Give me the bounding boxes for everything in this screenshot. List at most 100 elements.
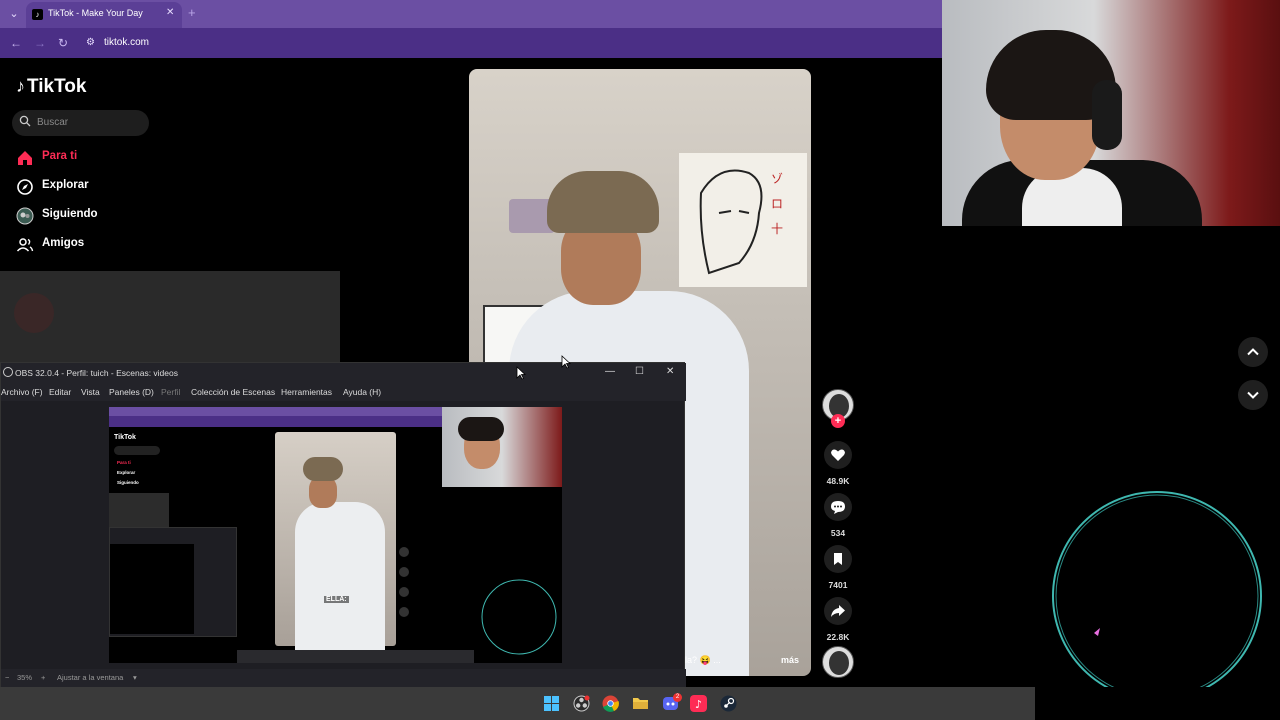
zoom-level: 35%: [17, 673, 33, 682]
compass-icon: [17, 179, 33, 195]
preview-action-icon: [399, 567, 409, 577]
nav-item-amigos[interactable]: Amigos: [14, 234, 144, 256]
video-caption: la? 😝 ...: [685, 655, 721, 665]
preview-tiktok-logo: TikTok: [114, 434, 136, 441]
music-avatar[interactable]: [822, 646, 854, 678]
webcam-headset: [1092, 80, 1122, 150]
back-icon[interactable]: ←: [10, 36, 22, 50]
forward-icon[interactable]: →: [34, 36, 46, 50]
menu-archivo[interactable]: Archivo (F): [1, 387, 43, 397]
search-box[interactable]: Buscar: [12, 110, 149, 136]
preview-action-icon: [399, 587, 409, 597]
preview-nav-item: Siguiendo: [117, 480, 139, 485]
tab-close-icon[interactable]: ✕: [166, 7, 174, 18]
new-tab-icon[interactable]: +: [188, 5, 196, 20]
svg-text:ロ: ロ: [771, 197, 783, 211]
preview-taskbar: [237, 650, 474, 663]
maximize-icon[interactable]: ☐: [635, 366, 644, 377]
minimize-icon[interactable]: —: [605, 366, 615, 377]
svg-text:ゾ: ゾ: [771, 172, 783, 186]
like-count: 48.9K: [826, 476, 850, 486]
preview-subtitle: ELLA:: [324, 596, 349, 603]
reload-icon[interactable]: ↻: [58, 36, 68, 50]
nav-item-label: Amigos: [42, 237, 85, 249]
svg-text:♪: ♪: [695, 698, 702, 711]
menu-vista[interactable]: Vista: [81, 387, 100, 397]
mouse-cursor-icon: [561, 355, 571, 369]
preview-audio-ring: [481, 579, 557, 655]
share-count: 22.8K: [826, 632, 850, 642]
site-info-icon[interactable]: ⚙: [86, 37, 95, 48]
preview-nested-canvas: [110, 544, 194, 634]
tab-title: TikTok - Make Your Day: [48, 8, 143, 18]
comment-button[interactable]: [824, 493, 852, 521]
preview-hat: [303, 457, 343, 481]
webcam-overlay: [942, 0, 1280, 226]
save-count: 7401: [828, 580, 848, 590]
nav-item-label: Siguiendo: [42, 208, 98, 220]
anime-drawing: ゾ ロ 十: [699, 169, 783, 275]
windows-start-icon[interactable]: [543, 695, 560, 712]
next-video-button[interactable]: [1238, 380, 1268, 410]
share-button[interactable]: [824, 597, 852, 625]
nav-item-siguiendo[interactable]: Siguiendo: [14, 205, 144, 227]
like-button[interactable]: [824, 441, 852, 469]
preview-webcam: [442, 407, 562, 487]
address-bar[interactable]: tiktok.com: [104, 37, 149, 48]
tiktok-logo[interactable]: ♪ TikTok: [16, 76, 86, 98]
chevron-up-icon: [1247, 348, 1259, 356]
blurred-popup: [0, 271, 340, 363]
tab-list-icon[interactable]: ⌄: [6, 6, 22, 22]
close-icon[interactable]: ✕: [666, 366, 674, 377]
preview-action-icon: [399, 607, 409, 617]
preview-coat: [295, 502, 385, 652]
menu-ayuda[interactable]: Ayuda (H): [343, 387, 381, 397]
menu-perfil[interactable]: Perfil: [161, 387, 180, 397]
visualizer-marker: [1094, 628, 1100, 636]
home-icon: [18, 151, 32, 165]
previous-video-button[interactable]: [1238, 337, 1268, 367]
browser-tab[interactable]: ♪ TikTok - Make Your Day ✕: [26, 2, 182, 28]
tiktok-taskbar-icon[interactable]: ♪: [690, 695, 707, 712]
nav-item-label: Explorar: [42, 179, 89, 191]
windows-taskbar: 2 ♪: [0, 687, 1035, 720]
preview-video: ELLA:: [275, 432, 396, 652]
chrome-icon[interactable]: [602, 695, 619, 712]
preview-nav-bar: [109, 416, 442, 427]
zoom-mode-select[interactable]: Ajustar a la ventana: [57, 673, 123, 682]
obs-window-title: OBS 32.0.4 - Perfil: tuich - Escenas: vi…: [15, 368, 178, 378]
heart-icon: [831, 449, 845, 461]
preview-nested-obs: [109, 527, 237, 637]
chevron-down-icon: [1247, 391, 1259, 399]
audio-visualizer-ring: [1052, 491, 1262, 701]
nav-item-explorar[interactable]: Explorar: [14, 176, 144, 198]
menu-coleccion-escenas[interactable]: Colección de Escenas: [191, 387, 275, 397]
search-input[interactable]: Buscar: [37, 117, 68, 128]
dropdown-caret-icon[interactable]: ▾: [133, 673, 137, 682]
preview-blurred-popup: [109, 493, 169, 527]
nav-item-para-ti[interactable]: Para ti: [14, 147, 144, 169]
menu-editar[interactable]: Editar: [49, 387, 71, 397]
bookmark-icon: [834, 553, 842, 565]
steam-icon[interactable]: [720, 695, 737, 712]
share-icon: [831, 605, 845, 617]
save-button[interactable]: [824, 545, 852, 573]
menu-paneles[interactable]: Paneles (D): [109, 387, 154, 397]
menu-herramientas[interactable]: Herramientas: [281, 387, 332, 397]
obs-preview-canvas[interactable]: TikTok Para ti Explorar Siguiendo ELLA:: [109, 407, 562, 663]
zoom-minus-icon[interactable]: −: [5, 673, 9, 682]
more-link[interactable]: más: [781, 655, 799, 665]
obs-window[interactable]: OBS 32.0.4 - Perfil: tuich - Escenas: vi…: [0, 362, 686, 687]
tiktok-note-icon: ♪: [16, 76, 25, 96]
preview-nav-item: Explorar: [117, 470, 136, 475]
folder-icon[interactable]: [632, 695, 649, 712]
following-icon: [16, 207, 34, 225]
zoom-plus-icon[interactable]: +: [41, 673, 45, 682]
svg-text:十: 十: [771, 222, 783, 236]
fur-hat: [547, 171, 659, 233]
obs-title-bar[interactable]: OBS 32.0.4 - Perfil: tuich - Escenas: vi…: [1, 363, 686, 383]
obs-menu-bar: Archivo (F) Editar Vista Paneles (D) Per…: [1, 383, 686, 401]
obs-taskbar-icon[interactable]: [573, 695, 590, 712]
follow-plus-icon[interactable]: +: [831, 414, 845, 428]
tiktok-favicon-icon: ♪: [32, 9, 43, 20]
